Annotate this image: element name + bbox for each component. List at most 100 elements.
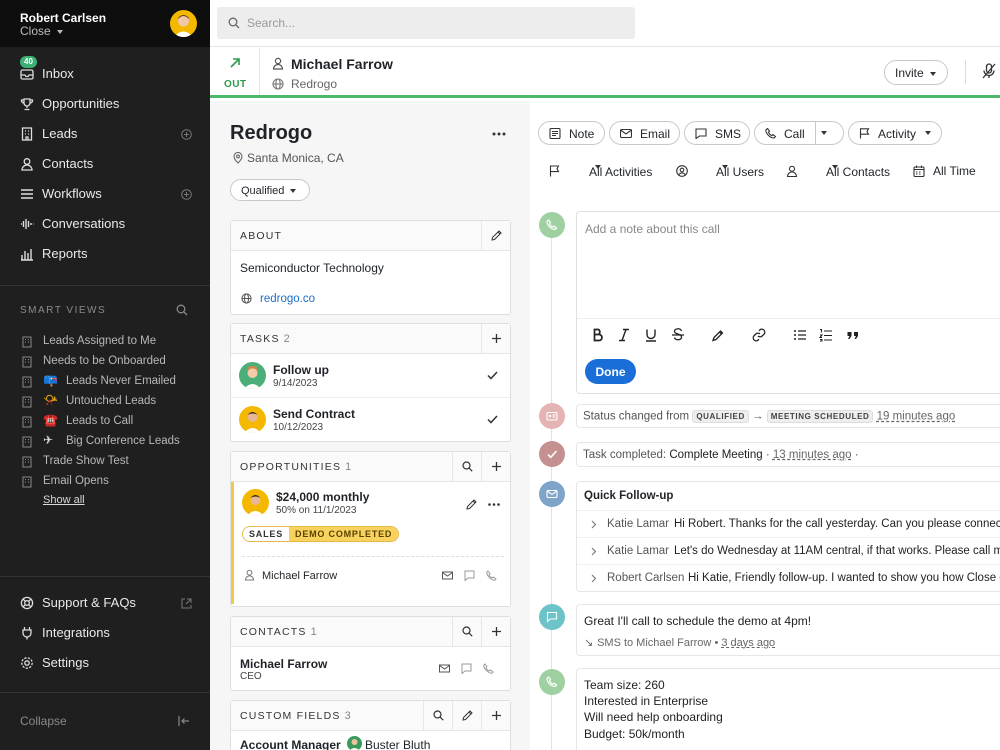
smart-view-item[interactable]: 📯 Untouched Leads: [0, 392, 210, 412]
call-options-dropdown[interactable]: [821, 131, 827, 135]
task-row[interactable]: Send Contract 10/12/2023: [231, 398, 510, 442]
show-all-link[interactable]: Show all: [43, 494, 85, 506]
add-opportunity-button[interactable]: [481, 452, 510, 481]
task-row[interactable]: Follow up 9/14/2023: [231, 354, 510, 398]
smart-view-item[interactable]: 📪 Leads Never Emailed: [0, 372, 210, 392]
note-input[interactable]: Add a note about this call: [585, 222, 720, 236]
sidebar-item-leads[interactable]: Leads: [0, 119, 210, 149]
about-title: ABOUT: [240, 230, 283, 242]
smart-view-item[interactable]: Leads Assigned to Me: [0, 332, 210, 352]
sidebar-item-settings[interactable]: Settings: [0, 648, 210, 678]
search-opportunities-button[interactable]: [452, 452, 481, 481]
smart-view-item[interactable]: Email Opens: [0, 472, 210, 492]
underline-icon[interactable]: [644, 328, 658, 342]
time-filter[interactable]: All Time: [913, 163, 1000, 181]
sidebar-item-conversations[interactable]: Conversations: [0, 209, 210, 239]
pencil-icon[interactable]: [466, 499, 477, 510]
avatar[interactable]: [170, 10, 197, 37]
sidebar-item-support[interactable]: Support & FAQs: [0, 588, 210, 618]
sidebar-item-contacts[interactable]: Contacts: [0, 149, 210, 179]
outgoing-call-arrow-icon: [230, 58, 240, 68]
user-menu[interactable]: Robert Carlsen Close: [0, 0, 210, 47]
email-icon: [620, 128, 632, 139]
lead-website-link[interactable]: redrogo.co: [260, 293, 315, 305]
email-button[interactable]: Email: [609, 121, 680, 145]
org-switcher[interactable]: Close: [20, 24, 64, 38]
email-message-row[interactable]: Robert Carlsen Hi Katie, Friendly follow…: [577, 564, 1000, 591]
search-contacts-button[interactable]: [452, 617, 481, 646]
collapse-icon[interactable]: [178, 715, 190, 727]
phone-icon[interactable]: [483, 663, 494, 674]
contact-row[interactable]: Michael Farrow CEO: [231, 647, 510, 691]
numbered-list-icon[interactable]: [819, 328, 833, 342]
smart-view-item[interactable]: ✈ Big Conference Leads: [0, 432, 210, 452]
done-button[interactable]: Done: [585, 359, 636, 384]
custom-field-value[interactable]: Buster Bluth: [365, 738, 430, 750]
bullet-list-icon[interactable]: [793, 328, 807, 342]
call-contact-name[interactable]: Michael Farrow: [291, 56, 393, 72]
email-icon[interactable]: [439, 663, 450, 674]
email-message-row[interactable]: Katie Lamar Hi Robert. Thanks for the ca…: [577, 510, 1000, 537]
add-custom-field-button[interactable]: [481, 701, 510, 730]
invite-button[interactable]: Invite: [884, 60, 948, 85]
collapse-sidebar-button[interactable]: Collapse: [20, 714, 67, 728]
smart-view-item[interactable]: Needs to be Onboarded: [0, 352, 210, 372]
call-note-editor[interactable]: Add a note about this call Done: [576, 211, 1000, 394]
link-icon[interactable]: [752, 328, 766, 342]
sidebar-item-integrations[interactable]: Integrations: [0, 618, 210, 648]
opportunity-item[interactable]: $24,000 monthly 50% on 11/1/2023 SALES D…: [231, 482, 510, 604]
sms-meta: ↘ SMS to Michael Farrow • 3 days ago: [584, 637, 776, 649]
more-options-icon[interactable]: [492, 132, 506, 136]
sidebar-item-opportunities[interactable]: Opportunities: [0, 89, 210, 119]
mute-microphone-icon[interactable]: [982, 63, 996, 79]
quote-icon[interactable]: [846, 328, 860, 342]
sms-icon[interactable]: [464, 570, 475, 581]
plus-icon: [492, 627, 501, 636]
search-custom-fields-button[interactable]: [423, 701, 452, 730]
sms-button[interactable]: SMS: [684, 121, 750, 145]
opportunities-card: OPPORTUNITIES 1 $24,000 monthly 50% on 11…: [230, 451, 511, 607]
strikethrough-icon[interactable]: [671, 328, 685, 342]
tasks-card-header: TASKS 2: [231, 324, 510, 354]
note-button[interactable]: Note: [538, 121, 605, 145]
add-task-button[interactable]: [481, 324, 510, 353]
sidebar-item-reports[interactable]: Reports: [0, 239, 210, 269]
phone-icon[interactable]: [486, 570, 497, 581]
complete-task-check-icon[interactable]: [487, 371, 498, 380]
outgoing-arrow-icon: ↘: [584, 637, 594, 649]
lead-details-panel: Redrogo Santa Monica, CA Qualified ABOUT…: [210, 101, 530, 750]
call-company-name[interactable]: Redrogo: [291, 77, 337, 91]
bold-icon[interactable]: [591, 328, 605, 342]
email-icon[interactable]: [442, 570, 453, 581]
activities-filter[interactable]: All Activities: [549, 163, 659, 181]
search-input[interactable]: Search...: [217, 7, 635, 39]
call-button-group[interactable]: Call: [754, 121, 844, 145]
note-icon: [549, 128, 561, 139]
sidebar-item-inbox[interactable]: 40 Inbox: [0, 56, 210, 89]
add-contact-button[interactable]: [481, 617, 510, 646]
highlighter-icon[interactable]: [711, 328, 725, 342]
edit-about-button[interactable]: [481, 221, 510, 250]
contacts-filter[interactable]: All Contacts: [786, 163, 896, 181]
search-icon[interactable]: [176, 304, 188, 316]
plus-icon: [492, 711, 501, 720]
more-options-icon[interactable]: [488, 503, 500, 506]
add-lead-icon[interactable]: [181, 129, 192, 140]
opportunity-contact[interactable]: Michael Farrow: [262, 570, 337, 582]
email-message-row[interactable]: Katie Lamar Let's do Wednesday at 11AM c…: [577, 537, 1000, 564]
smart-view-item[interactable]: Trade Show Test: [0, 452, 210, 472]
smart-view-item[interactable]: ☎️ Leads to Call: [0, 412, 210, 432]
lead-status-dropdown[interactable]: Qualified: [230, 179, 310, 201]
users-filter[interactable]: All Users: [676, 163, 766, 181]
sms-icon[interactable]: [461, 663, 472, 674]
edit-custom-fields-button[interactable]: [452, 701, 481, 730]
divider: [259, 48, 260, 95]
add-workflow-icon[interactable]: [181, 189, 192, 200]
email-thread-event[interactable]: Quick Follow-up Katie Lamar Hi Robert. T…: [576, 481, 1000, 592]
complete-task-check-icon[interactable]: [487, 415, 498, 424]
sidebar-item-label: Support & FAQs: [42, 595, 136, 610]
italic-icon[interactable]: [617, 328, 631, 342]
activity-button[interactable]: Activity: [848, 121, 942, 145]
sidebar-item-workflows[interactable]: Workflows: [0, 179, 210, 209]
custom-fields-card-header: CUSTOM FIELDS 3: [231, 701, 510, 731]
